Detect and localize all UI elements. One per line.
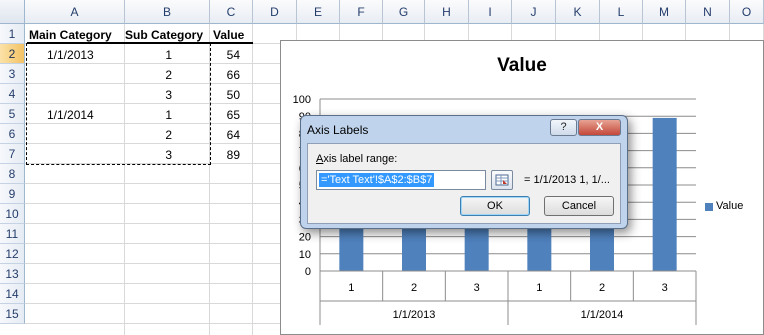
y-tick-label: 10 — [299, 249, 311, 261]
worksheet: ABCDEFGHIJKLMNO 1 2 3 4 5 6 7 8 9 10 11 12 13 14 15 Ma… — [0, 0, 764, 335]
range-input-value: ='Text Text'!$A$2:$B$7 — [319, 173, 435, 187]
row-header-11[interactable]: 11 — [0, 224, 25, 244]
y-tick-label: 0 — [305, 266, 311, 278]
range-select-icon — [495, 174, 509, 186]
cell-value[interactable]: 64 — [222, 128, 240, 142]
column-header-g[interactable]: G — [383, 0, 425, 24]
x-group-label: 1/1/2013 — [393, 309, 436, 321]
cell-value[interactable]: 66 — [222, 68, 240, 82]
row-header-14[interactable]: 14 — [0, 284, 25, 304]
row-header-1[interactable]: 1 — [0, 24, 25, 44]
range-preview-text: = 1/1/2013 1, 1/... — [524, 174, 610, 186]
close-button[interactable]: X — [578, 119, 621, 136]
row-header-12[interactable]: 12 — [0, 244, 25, 264]
legend-swatch — [705, 203, 713, 211]
ok-button[interactable]: OK — [460, 196, 530, 216]
row-header-9[interactable]: 9 — [0, 184, 25, 204]
x-tick-label: 1 — [348, 282, 354, 294]
axis-label-range-label: Axis label range: — [316, 153, 397, 165]
select-all-corner[interactable] — [0, 0, 25, 24]
column-header-b[interactable]: B — [125, 0, 210, 24]
copy-marquee-selection — [26, 43, 211, 165]
dialog-body: Axis label range: ='Text Text'!$A$2:$B$7… — [307, 143, 621, 224]
row-header-10[interactable]: 10 — [0, 204, 25, 224]
axis-label-range-input[interactable]: ='Text Text'!$A$2:$B$7 — [316, 170, 486, 190]
column-header-i[interactable]: I — [469, 0, 512, 24]
row-header-5[interactable]: 5 — [0, 104, 25, 124]
x-tick-label: 1 — [536, 282, 542, 294]
x-tick-label: 3 — [662, 282, 668, 294]
y-tick-label: 100 — [293, 94, 311, 106]
cell-value[interactable]: 89 — [222, 148, 240, 162]
collapse-dialog-button[interactable] — [491, 170, 513, 190]
column-header-a[interactable]: A — [25, 0, 125, 24]
column-header-c[interactable]: C — [210, 0, 253, 24]
column-header-m[interactable]: M — [643, 0, 686, 24]
legend-label[interactable]: Value — [716, 200, 743, 212]
column-header-o[interactable]: O — [730, 0, 764, 24]
y-tick-label: 20 — [299, 232, 311, 244]
row-header-13[interactable]: 13 — [0, 264, 25, 284]
dialog-title: Axis Labels — [307, 123, 369, 137]
row-header-6[interactable]: 6 — [0, 124, 25, 144]
column-header-k[interactable]: K — [556, 0, 600, 24]
range-label-text: xis label range: — [323, 153, 398, 165]
column-header-h[interactable]: H — [425, 0, 469, 24]
header-sub-category[interactable]: Sub Category — [125, 28, 203, 42]
row-header-15[interactable]: 15 — [0, 304, 25, 324]
row-header-7[interactable]: 7 — [0, 144, 25, 164]
header-main-category[interactable]: Main Category — [29, 28, 112, 42]
x-group-label: 1/1/2014 — [581, 309, 624, 321]
column-header-e[interactable]: E — [297, 0, 340, 24]
header-value[interactable]: Value — [213, 28, 244, 42]
x-tick-label: 3 — [474, 282, 480, 294]
row-header-8[interactable]: 8 — [0, 164, 25, 184]
bar[interactable] — [652, 117, 677, 271]
cell-value[interactable]: 65 — [222, 108, 240, 122]
help-button[interactable]: ? — [550, 119, 577, 136]
row-header-2[interactable]: 2 — [0, 44, 25, 64]
dialog-titlebar[interactable]: Axis Labels ? X — [301, 116, 627, 142]
x-tick-label: 2 — [411, 282, 417, 294]
column-header-d[interactable]: D — [253, 0, 297, 24]
column-header-l[interactable]: L — [600, 0, 643, 24]
row-header-4[interactable]: 4 — [0, 84, 25, 104]
column-header-j[interactable]: J — [512, 0, 556, 24]
cancel-button[interactable]: Cancel — [544, 196, 614, 216]
column-header-f[interactable]: F — [340, 0, 383, 24]
x-tick-label: 2 — [599, 282, 605, 294]
column-header-n[interactable]: N — [686, 0, 730, 24]
row-header-3[interactable]: 3 — [0, 64, 25, 84]
cell-value[interactable]: 54 — [222, 48, 240, 62]
gridline-vertical — [252, 0, 253, 335]
cell-value[interactable]: 50 — [222, 88, 240, 102]
axis-labels-dialog: Axis Labels ? X Axis label range: ='Text… — [300, 115, 628, 229]
